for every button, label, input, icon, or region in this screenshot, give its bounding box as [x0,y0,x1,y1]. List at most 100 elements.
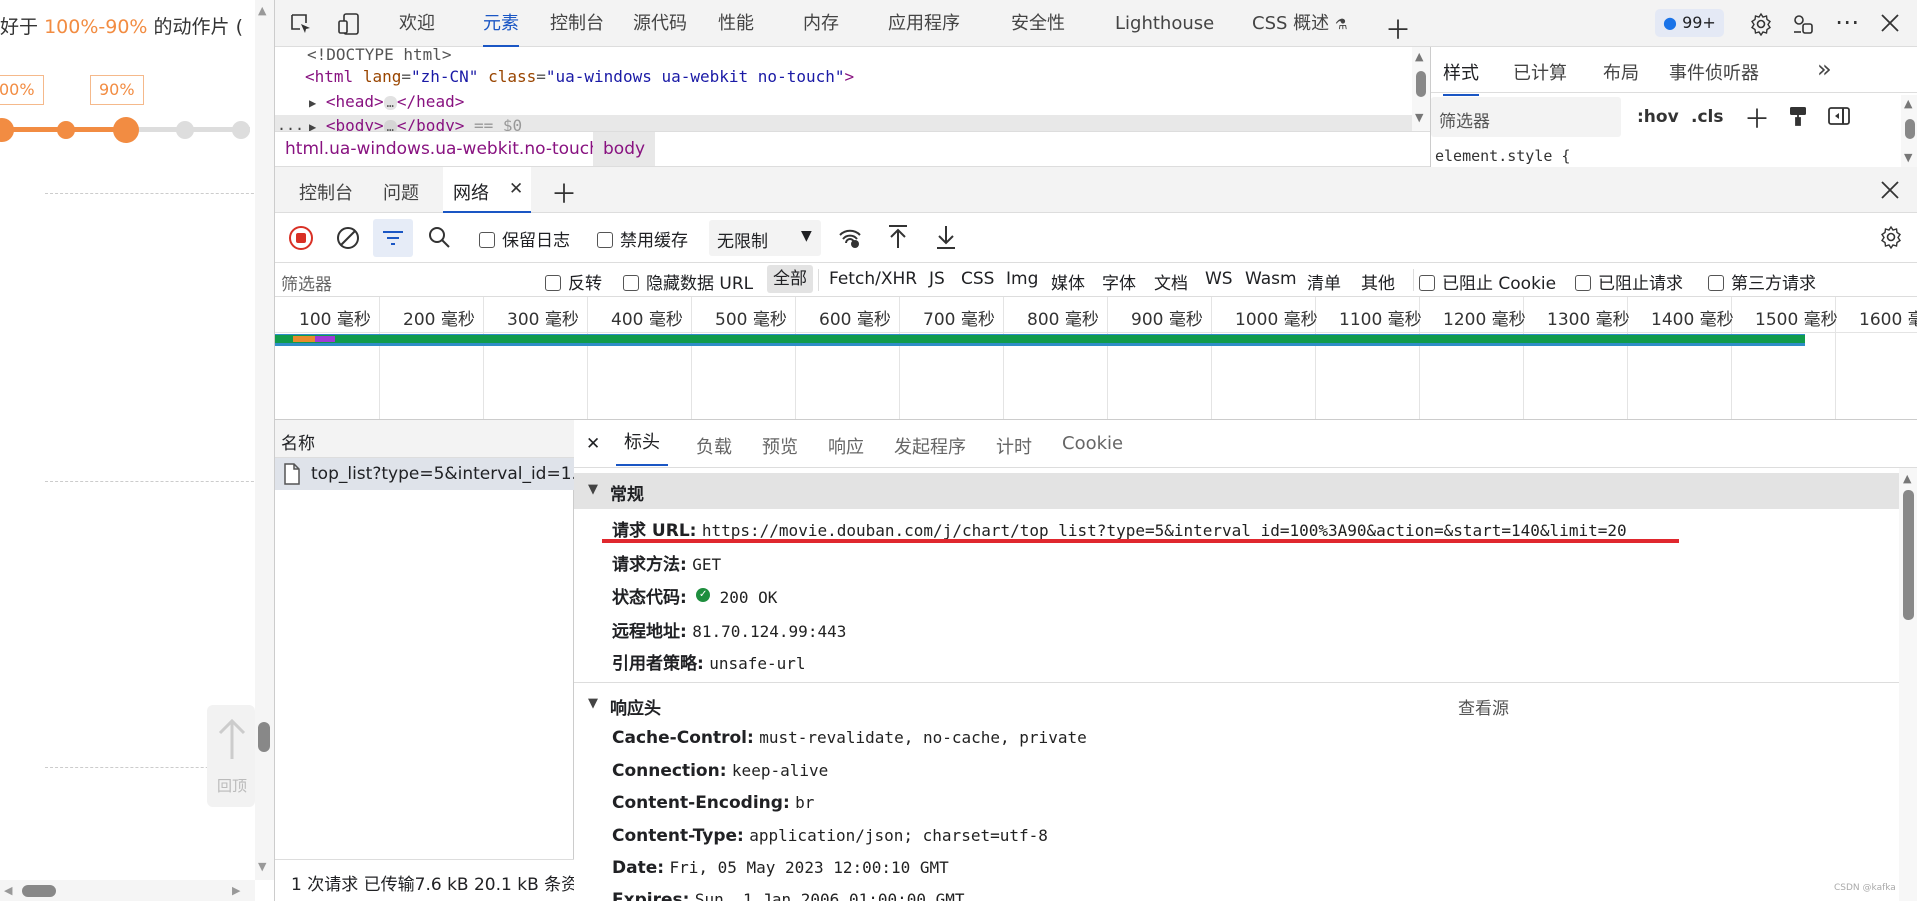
response-headers-section-header[interactable]: ▼ 响应头 查看源 [574,686,1899,722]
checkbox-box[interactable] [597,232,613,248]
back-to-top-button[interactable]: 回顶 [207,705,255,807]
preserve-log-checkbox[interactable]: 保留日志 [479,226,570,251]
blocked-requests-checkbox[interactable]: 已阻止请求 [1575,269,1683,294]
type-filter-other[interactable]: 其他 [1361,269,1395,294]
add-tab-icon[interactable]: ＋ [1385,10,1411,47]
tab-console[interactable]: 控制台 [550,0,604,47]
paint-brush-icon[interactable] [1787,105,1809,127]
breadcrumb-html[interactable]: html.ua-windows.ua-webkit.no-touch [285,139,600,159]
type-filter-font[interactable]: 字体 [1102,269,1136,294]
page-hscroll-thumb[interactable] [22,885,56,897]
tab-welcome[interactable]: 欢迎 [399,0,435,47]
connect-devices-icon[interactable] [1791,12,1815,36]
tab-sources[interactable]: 源代码 [633,0,687,47]
toggle-sidebar-icon[interactable] [1827,105,1851,127]
tab-layout[interactable]: 布局 [1603,59,1639,85]
more-options-icon[interactable]: ⋯ [1835,8,1859,36]
breadcrumb-body[interactable]: body [593,132,656,166]
clear-log-icon[interactable] [335,225,361,251]
third-party-checkbox[interactable]: 第三方请求 [1708,269,1816,294]
details-tab-cookies[interactable]: Cookie [1062,433,1123,454]
tab-styles[interactable]: 样式 [1443,59,1479,96]
network-settings-gear-icon[interactable] [1879,225,1903,249]
tab-computed[interactable]: 已计算 [1513,59,1567,85]
inspect-element-icon[interactable] [289,12,313,36]
settings-gear-icon[interactable] [1749,12,1773,36]
page-scrollbar-thumb[interactable] [258,722,270,752]
tab-css-overview[interactable]: CSS 概述 ⚗ [1252,0,1347,47]
type-filter-fetch-xhr[interactable]: Fetch/XHR [829,269,917,289]
search-icon[interactable] [427,225,451,249]
range-slider-dot[interactable] [57,121,75,139]
styles-scrollbar[interactable]: ▲ ▼ [1901,95,1917,167]
type-filter-manifest[interactable]: 清单 [1307,269,1341,294]
close-devtools-icon[interactable] [1879,12,1901,34]
tab-performance[interactable]: 性能 [718,0,754,47]
type-filter-all[interactable]: 全部 [767,265,813,293]
scroll-up-arrow-icon[interactable]: ▲ [1415,50,1423,63]
range-slider-handle-right[interactable] [113,117,139,143]
scroll-left-arrow-icon[interactable]: ◀ [4,884,12,897]
scroll-down-arrow-icon[interactable]: ▼ [1904,151,1912,164]
stop-recording-icon[interactable] [288,225,314,251]
throttling-select[interactable]: 无限制 ▼ [709,220,821,256]
drawer-tab-console[interactable]: 控制台 [299,179,353,205]
drawer-tab-issues[interactable]: 问题 [383,179,419,205]
details-scrollbar-thumb[interactable] [1903,490,1914,620]
filter-toggle-icon[interactable] [373,219,413,257]
html-element-line[interactable]: <html lang="zh-CN" class="ua-windows ua-… [305,67,854,86]
add-drawer-tab-icon[interactable]: ＋ [551,174,577,211]
dom-tree-scrollbar[interactable]: ▲ ▼ [1412,47,1430,131]
page-vertical-scrollbar[interactable]: ▲ ▼ [255,0,274,880]
dom-scrollbar-thumb[interactable] [1416,71,1426,97]
body-element-line[interactable]: ▶ <body>… </body> == $0 [309,116,522,131]
details-tab-payload[interactable]: 负载 [696,433,732,459]
details-tab-headers[interactable]: 标头 [616,420,668,466]
details-tab-preview[interactable]: 预览 [762,433,798,459]
close-details-icon[interactable]: ✕ [586,434,600,454]
checkbox-box[interactable] [479,232,495,248]
expand-triangle-icon[interactable]: ▶ [309,120,316,131]
network-overview-timeline[interactable]: 100 毫秒 200 毫秒 300 毫秒 400 毫秒 500 毫秒 600 毫秒 700 … [275,297,1917,420]
tab-memory[interactable]: 内存 [803,0,839,47]
close-drawer-icon[interactable] [1879,179,1901,201]
scroll-up-arrow-icon[interactable]: ▲ [1904,97,1912,110]
device-emulation-icon[interactable] [337,12,361,36]
drawer-tab-network[interactable]: 网络 ✕ [443,167,531,213]
view-source-link[interactable]: 查看源 [1458,694,1509,719]
tab-event-listeners[interactable]: 事件侦听器 [1669,59,1759,85]
type-filter-img[interactable]: Img [1006,269,1038,289]
details-tab-initiator[interactable]: 发起程序 [894,433,966,459]
head-element-line[interactable]: ▶ <head>… </head> [309,92,464,111]
general-section-header[interactable]: ▼ 常规 [574,473,1899,509]
type-filter-wasm[interactable]: Wasm [1245,269,1297,289]
tab-application[interactable]: 应用程序 [888,0,960,47]
disable-cache-checkbox[interactable]: 禁用缓存 [597,226,688,251]
tab-lighthouse[interactable]: Lighthouse [1115,0,1214,47]
range-slider-dot-3[interactable] [232,121,250,139]
scroll-right-arrow-icon[interactable]: ▶ [232,884,240,897]
type-filter-js[interactable]: JS [929,269,945,289]
type-filter-doc[interactable]: 文档 [1154,269,1188,294]
cls-toggle[interactable]: .cls [1691,107,1723,127]
close-tab-icon[interactable]: ✕ [509,179,523,199]
tab-security[interactable]: 安全性 [1011,0,1065,47]
more-tabs-chevron-icon[interactable]: » [1817,55,1832,83]
scroll-up-arrow-icon[interactable]: ▲ [1903,472,1911,485]
expand-triangle-icon[interactable]: ▶ [309,96,316,110]
collapsed-ellipsis[interactable]: … [383,96,397,110]
type-filter-media[interactable]: 媒体 [1051,269,1085,294]
collapsed-ellipsis[interactable]: … [383,120,397,131]
styles-scrollbar-thumb[interactable] [1905,119,1915,139]
issues-badge[interactable]: ● 99+ [1655,9,1724,37]
hov-toggle[interactable]: :hov [1637,107,1679,127]
invert-checkbox[interactable]: 反转 [545,269,602,294]
scroll-down-arrow-icon[interactable]: ▼ [1415,111,1423,124]
type-filter-css[interactable]: CSS [961,269,994,289]
scroll-up-arrow-icon[interactable]: ▲ [258,4,266,17]
network-filter-input[interactable]: 筛选器 [281,270,332,295]
range-slider-dot-2[interactable] [176,121,194,139]
styles-filter-input[interactable]: 筛选器 [1431,97,1621,137]
request-row[interactable]: top_list?type=5&interval_id=1... [275,458,588,490]
details-scrollbar[interactable]: ▲ [1899,468,1917,901]
